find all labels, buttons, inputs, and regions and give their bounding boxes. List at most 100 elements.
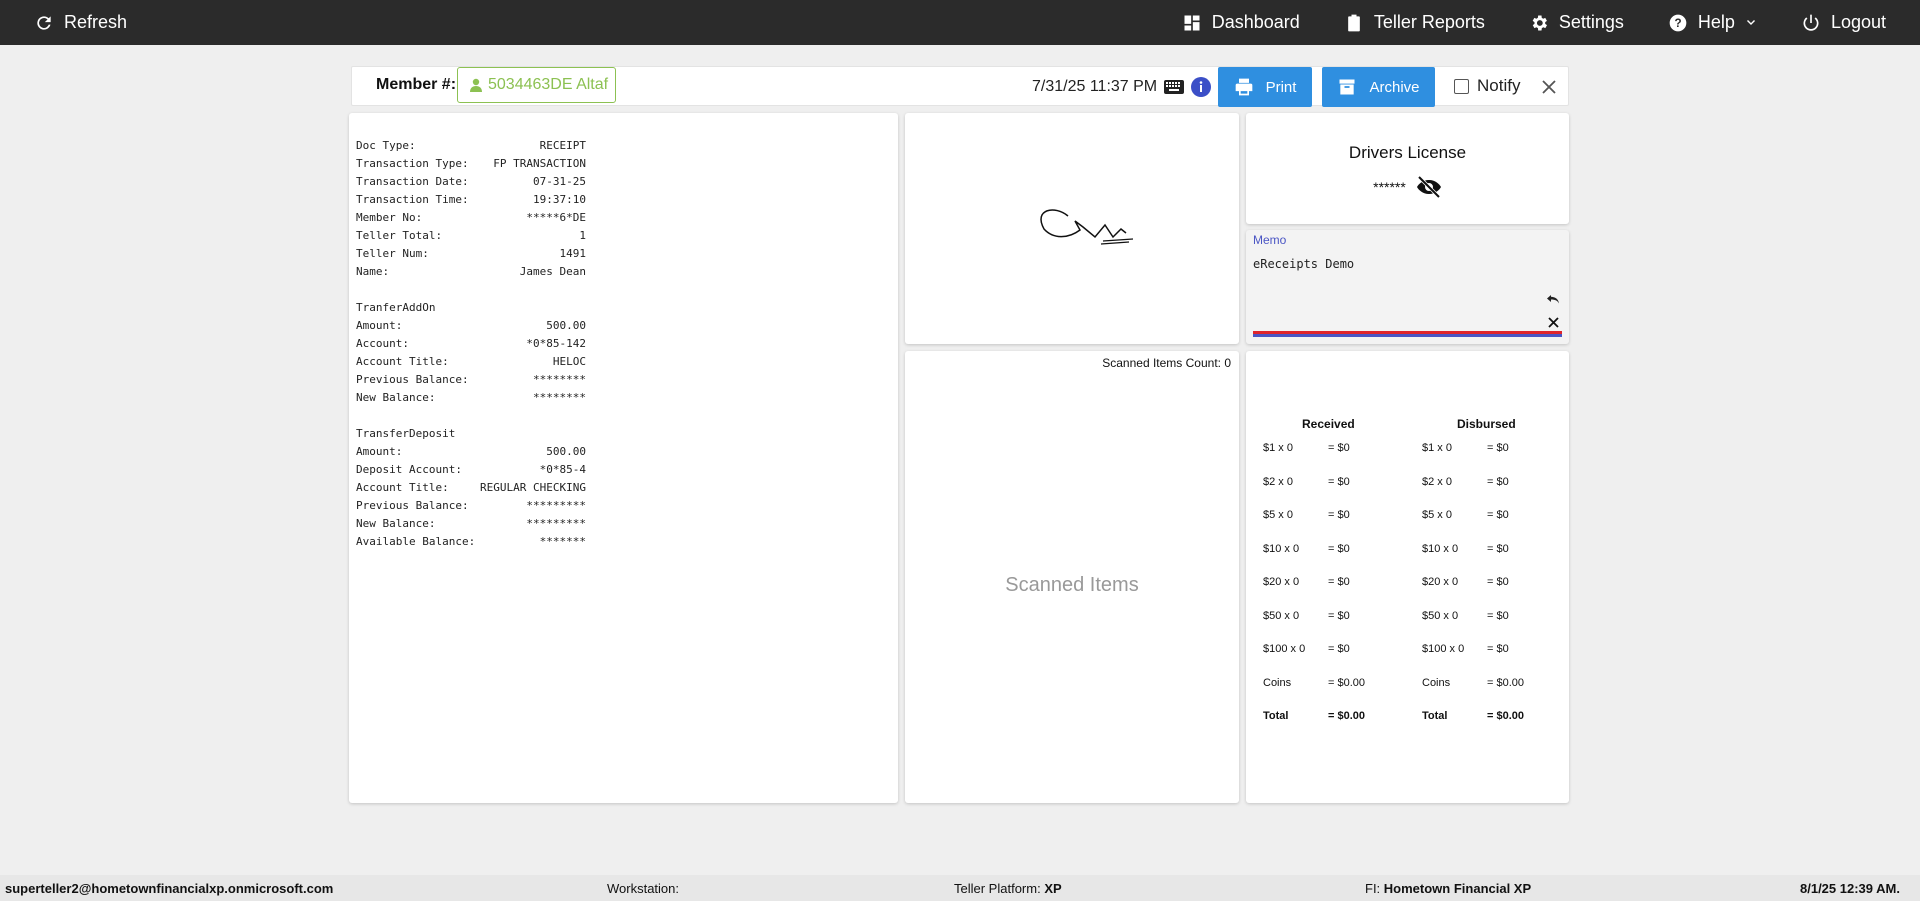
disbursed-amount: = $0 bbox=[1487, 476, 1509, 488]
received-denomination: $1 x 0 bbox=[1263, 442, 1293, 454]
disbursed-denomination: Coins bbox=[1422, 677, 1451, 689]
disbursed-denomination: $10 x 0 bbox=[1422, 543, 1459, 555]
receipt-row: Transaction Date: 07-31-25 bbox=[356, 173, 586, 191]
platform-label: Teller Platform: bbox=[954, 881, 1041, 896]
receipt-row: Transaction Type: FP TRANSACTION bbox=[356, 155, 586, 173]
received-amount: = $0.00 bbox=[1328, 677, 1366, 689]
dashboard-link[interactable]: Dashboard bbox=[1178, 0, 1304, 45]
receipt-row: Doc Type: RECEIPT bbox=[356, 137, 586, 155]
disbursed-amount: = $0.00 bbox=[1487, 710, 1525, 722]
receipt-row-label: TranferAddOn bbox=[356, 301, 436, 314]
receipt-row: Account Title: HELOC bbox=[356, 353, 586, 371]
receipt-row-value: *****6*DE bbox=[526, 211, 586, 224]
receipt-row-label: Amount: bbox=[356, 319, 403, 332]
checkbox-box[interactable] bbox=[1454, 78, 1469, 94]
info-icon[interactable] bbox=[1191, 77, 1211, 97]
member-label: Member #: bbox=[376, 76, 457, 93]
settings-link[interactable]: Settings bbox=[1525, 0, 1628, 45]
fi-value: Hometown Financial XP bbox=[1383, 881, 1532, 896]
clear-icon[interactable] bbox=[1547, 316, 1560, 329]
received-denomination: Coins bbox=[1263, 677, 1292, 689]
footer-datetime: 8/1/25 12:39 AM. bbox=[1800, 881, 1900, 896]
receipt-row-label: Amount: bbox=[356, 445, 403, 458]
platform-value: XP bbox=[1044, 881, 1062, 896]
help-menu[interactable]: ? Help bbox=[1664, 0, 1761, 45]
receipt-row bbox=[356, 281, 586, 299]
member-bar: Member #: 5034463DE Altaf 7/31/25 11:37 … bbox=[351, 66, 1569, 107]
print-button[interactable]: Print bbox=[1218, 67, 1312, 107]
transaction-datetime: 7/31/25 11:37 PM bbox=[1032, 78, 1158, 95]
memo-input[interactable]: eReceipts Demo bbox=[1253, 257, 1354, 271]
disbursed-title: Disbursed bbox=[1457, 417, 1516, 431]
received-denomination: $10 x 0 bbox=[1263, 543, 1300, 555]
received-denomination: $100 x 0 bbox=[1263, 643, 1306, 655]
scanned-items-placeholder: Scanned Items bbox=[1005, 574, 1139, 596]
receipt-row: Account Title: REGULAR CHECKING bbox=[356, 479, 586, 497]
teller-reports-label: Teller Reports bbox=[1373, 12, 1485, 32]
receipt-row-value: 19:37:10 bbox=[533, 193, 586, 206]
receipt-row-label: Teller Total: bbox=[356, 229, 443, 242]
refresh-button[interactable]: Refresh bbox=[30, 0, 131, 45]
teller-platform: Teller Platform: XP bbox=[954, 881, 1062, 896]
receipt-row: Previous Balance: ******** bbox=[356, 371, 586, 389]
member-id: 5034463DE Altaf bbox=[488, 76, 609, 93]
received-denomination: Total bbox=[1263, 710, 1289, 722]
disbursed-denomination: Total bbox=[1422, 710, 1448, 722]
receipt-row-label: Previous Balance: bbox=[356, 499, 469, 512]
disbursed-denomination: $50 x 0 bbox=[1422, 610, 1459, 622]
disbursed-amount: = $0 bbox=[1487, 442, 1509, 454]
receipt-row-value: ********* bbox=[526, 517, 586, 530]
received-denomination: $20 x 0 bbox=[1263, 576, 1300, 588]
received-amount: = $0.00 bbox=[1328, 710, 1366, 722]
received-amount: = $0 bbox=[1328, 543, 1350, 555]
drivers-license-title: Drivers License bbox=[1348, 143, 1467, 162]
receipt-row: TransferDeposit bbox=[356, 425, 586, 443]
received-title: Received bbox=[1302, 417, 1355, 431]
member-chip[interactable]: 5034463DE Altaf bbox=[457, 67, 616, 103]
chevron-down-icon bbox=[1746, 19, 1755, 25]
notify-checkbox[interactable]: Notify bbox=[1454, 76, 1520, 96]
close-icon[interactable] bbox=[1540, 78, 1558, 96]
logout-link[interactable]: Logout bbox=[1797, 0, 1890, 45]
disbursed-denomination: $1 x 0 bbox=[1422, 442, 1452, 454]
drivers-license-value: ****** bbox=[1373, 179, 1406, 195]
scanned-items-panel: Scanned Items Count: 0 Scanned Items bbox=[905, 351, 1239, 803]
memo-panel[interactable]: Memo eReceipts Demo bbox=[1246, 230, 1569, 344]
user-email: superteller2@hometownfinancialxp.onmicro… bbox=[5, 881, 334, 896]
received-denomination: $5 x 0 bbox=[1263, 509, 1293, 521]
top-navbar: Refresh Dashboard Teller Reports Setting… bbox=[0, 0, 1920, 45]
receipt-row-label: Transaction Type: bbox=[356, 157, 469, 170]
undo-icon[interactable] bbox=[1546, 292, 1561, 306]
receipt-row-label: Deposit Account: bbox=[356, 463, 462, 476]
receipt-row-value: HELOC bbox=[552, 355, 586, 368]
receipt-row-value: James Dean bbox=[519, 265, 586, 278]
workstation-label: Workstation: bbox=[607, 881, 680, 896]
print-label: Print bbox=[1265, 78, 1297, 96]
archive-button[interactable]: Archive bbox=[1322, 67, 1435, 107]
receipt-row-label: TransferDeposit bbox=[356, 427, 456, 440]
receipt-row-value: 1 bbox=[579, 229, 586, 242]
signature-panel[interactable] bbox=[905, 113, 1239, 344]
power-icon bbox=[1803, 14, 1819, 31]
eye-slash-icon[interactable] bbox=[1416, 176, 1442, 198]
logout-label: Logout bbox=[1830, 12, 1886, 32]
receipt-row-value: 07-31-25 bbox=[533, 175, 586, 188]
received-amount: = $0 bbox=[1328, 643, 1350, 655]
fi-label: FI: bbox=[1365, 881, 1381, 896]
gear-icon bbox=[1532, 15, 1547, 30]
disbursed-denomination: $5 x 0 bbox=[1422, 509, 1452, 521]
receipt-row-label: Previous Balance: bbox=[356, 373, 469, 386]
received-amount: = $0 bbox=[1328, 576, 1350, 588]
dashboard-icon bbox=[1184, 15, 1200, 30]
keyboard-icon[interactable] bbox=[1164, 79, 1184, 95]
receipt-row: Member No: *****6*DE bbox=[356, 209, 586, 227]
receipt-row-label: Member No: bbox=[356, 211, 423, 224]
teller-reports-link[interactable]: Teller Reports bbox=[1340, 0, 1489, 45]
received-amount: = $0 bbox=[1328, 476, 1350, 488]
receipt-row: Transaction Time: 19:37:10 bbox=[356, 191, 586, 209]
disbursed-amount: = $0 bbox=[1487, 509, 1509, 521]
memo-label: Memo bbox=[1253, 233, 1287, 247]
receipt-row-value: ********* bbox=[526, 499, 586, 512]
disbursed-amount: = $0 bbox=[1487, 610, 1509, 622]
receipt-row-value: ******** bbox=[533, 373, 586, 386]
